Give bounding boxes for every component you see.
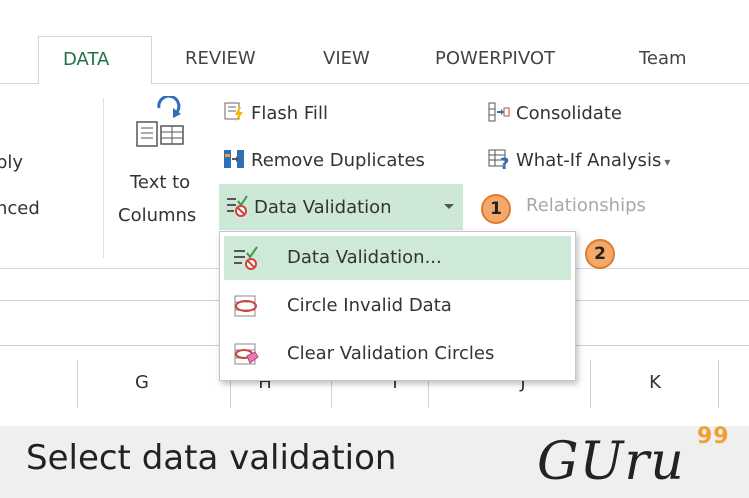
menu-item-circle-invalid-data[interactable]: Circle Invalid Data [224, 284, 571, 328]
flash-fill-icon [223, 101, 245, 123]
caption-text: Select data validation [26, 438, 397, 478]
tab-review[interactable]: REVIEW [185, 48, 256, 69]
data-validation-dropdown-menu: Data Validation... Circle Invalid Data C… [219, 231, 576, 381]
menu-item-data-validation-label: Data Validation... [287, 247, 442, 268]
truncated-label-advanced[interactable]: nced [0, 198, 40, 219]
text-to-columns-icon[interactable] [133, 94, 189, 156]
what-if-icon: ? [488, 148, 510, 173]
data-validation-icon [233, 246, 259, 270]
clear-validation-circles-icon [233, 342, 259, 366]
menu-item-circle-invalid-data-label: Circle Invalid Data [287, 295, 452, 316]
column-header-k[interactable]: K [640, 372, 670, 393]
flash-fill-button[interactable]: Flash Fill [223, 101, 328, 124]
tab-data[interactable]: DATA [38, 36, 152, 85]
tab-team[interactable]: Team [639, 48, 687, 69]
truncated-label-apply[interactable]: ply [0, 152, 23, 173]
chevron-down-icon[interactable] [444, 204, 454, 209]
data-validation-label: Data Validation [254, 197, 392, 218]
what-if-analysis-button[interactable]: ? What-If Analysis ▾ [488, 148, 671, 173]
flash-fill-label: Flash Fill [251, 103, 328, 124]
column-separator [718, 360, 719, 408]
svg-text:?: ? [500, 154, 509, 170]
menu-item-data-validation[interactable]: Data Validation... [224, 236, 571, 280]
guru99-logo: GUru 99 [537, 424, 729, 492]
data-validation-icon [226, 195, 248, 217]
text-to-columns-label-line1[interactable]: Text to [130, 172, 190, 193]
remove-duplicates-icon [223, 148, 245, 170]
menu-item-clear-validation-circles-label: Clear Validation Circles [287, 343, 495, 364]
column-separator [590, 360, 591, 408]
column-separator [77, 360, 78, 408]
consolidate-icon [488, 101, 510, 123]
logo-text: GUru [537, 432, 685, 492]
text-to-columns-label-line2[interactable]: Columns [118, 205, 196, 226]
tab-view[interactable]: VIEW [323, 48, 370, 69]
group-separator [103, 98, 104, 258]
consolidate-button[interactable]: Consolidate [488, 101, 622, 124]
relationships-label: Relationships [526, 195, 646, 216]
circle-invalid-data-icon [233, 294, 259, 318]
menu-item-clear-validation-circles[interactable]: Clear Validation Circles [224, 332, 571, 376]
tab-data-label: DATA [63, 49, 110, 70]
step-badge-2: 2 [585, 239, 615, 269]
remove-duplicates-label: Remove Duplicates [251, 150, 425, 171]
data-validation-label-group[interactable]: Data Validation [226, 195, 392, 218]
tab-powerpivot[interactable]: POWERPIVOT [435, 48, 555, 69]
column-header-g[interactable]: G [127, 372, 157, 393]
caption-footer: Select data validation GUru 99 [0, 424, 749, 498]
what-if-label: What-If Analysis [516, 150, 662, 171]
remove-duplicates-button[interactable]: Remove Duplicates [223, 148, 425, 171]
relationships-button[interactable]: Relationships [500, 195, 646, 216]
consolidate-label: Consolidate [516, 103, 622, 124]
what-if-dropdown-icon: ▾ [664, 155, 671, 169]
logo-superscript: 99 [697, 424, 730, 449]
